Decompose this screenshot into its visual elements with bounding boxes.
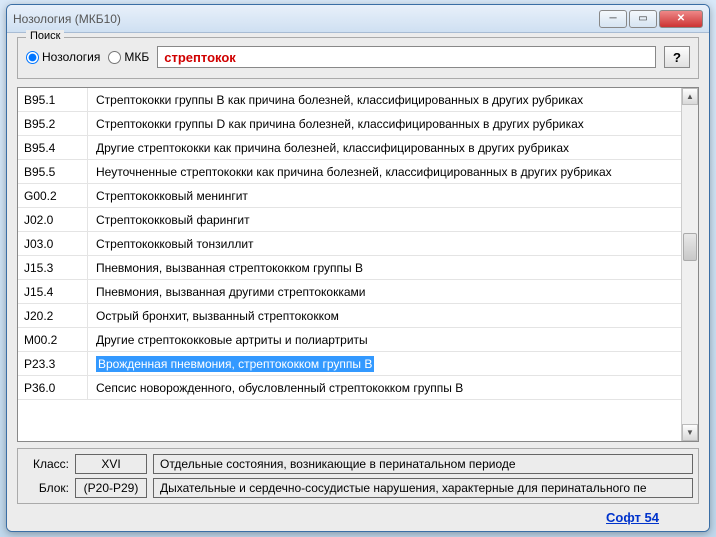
list-item[interactable]: B95.5Неуточненные стрептококки как причи… [18, 160, 681, 184]
close-button[interactable]: ✕ [659, 10, 703, 28]
item-code: P23.3 [18, 352, 88, 375]
list-item[interactable]: M00.2Другие стрептококковые артриты и по… [18, 328, 681, 352]
item-code: G00.2 [18, 184, 88, 207]
class-desc: Отдельные состояния, возникающие в перин… [153, 454, 693, 474]
item-desc: Неуточненные стрептококки как причина бо… [88, 160, 681, 183]
window-controls: ─ ▭ ✕ [597, 10, 703, 28]
item-code: B95.1 [18, 88, 88, 111]
item-desc: Пневмония, вызванная стрептококком групп… [88, 256, 681, 279]
scrollbar[interactable]: ▲ ▼ [681, 88, 698, 441]
radio-nosology[interactable]: Нозология [26, 50, 100, 64]
list-item[interactable]: P23.3Врожденная пневмония, стрептококком… [18, 352, 681, 376]
list-item[interactable]: B95.4Другие стрептококки как причина бол… [18, 136, 681, 160]
results-body: B95.1Стрептококки группы B как причина б… [18, 88, 681, 441]
class-label: Класс: [23, 457, 69, 471]
list-item[interactable]: J15.3Пневмония, вызванная стрептококком … [18, 256, 681, 280]
footer: Софт 54 [17, 504, 699, 525]
list-item[interactable]: B95.2Стрептококки группы D как причина б… [18, 112, 681, 136]
block-row: Блок: (P20-P29) Дыхательные и сердечно-с… [23, 478, 693, 498]
radio-mkb[interactable]: МКБ [108, 50, 149, 64]
block-value: (P20-P29) [75, 478, 147, 498]
scroll-up-button[interactable]: ▲ [682, 88, 698, 105]
item-code: B95.2 [18, 112, 88, 135]
item-code: B95.4 [18, 136, 88, 159]
radio-nosology-label: Нозология [42, 50, 100, 64]
class-row: Класс: XVI Отдельные состояния, возникаю… [23, 454, 693, 474]
item-code: B95.5 [18, 160, 88, 183]
details-panel: Класс: XVI Отдельные состояния, возникаю… [17, 448, 699, 504]
list-item[interactable]: J15.4Пневмония, вызванная другими стрепт… [18, 280, 681, 304]
radio-mkb-label: МКБ [124, 50, 149, 64]
item-code: J20.2 [18, 304, 88, 327]
footer-link[interactable]: Софт 54 [606, 510, 659, 525]
item-code: M00.2 [18, 328, 88, 351]
class-value: XVI [75, 454, 147, 474]
search-input[interactable] [157, 46, 656, 68]
list-item[interactable]: P36.0Сепсис новорожденного, обусловленны… [18, 376, 681, 400]
scroll-track[interactable] [682, 105, 698, 424]
search-group: Поиск Нозология МКБ ? [17, 37, 699, 79]
list-item[interactable]: J20.2Острый бронхит, вызванный стрептоко… [18, 304, 681, 328]
item-desc: Стрептококковый тонзиллит [88, 232, 681, 255]
item-desc: Врожденная пневмония, стрептококком груп… [88, 352, 681, 375]
item-desc: Острый бронхит, вызванный стрептококком [88, 304, 681, 327]
item-desc: Другие стрептококки как причина болезней… [88, 136, 681, 159]
window-title: Нозология (МКБ10) [13, 12, 597, 26]
item-code: J02.0 [18, 208, 88, 231]
item-code: J15.4 [18, 280, 88, 303]
list-item[interactable]: J03.0Стрептококковый тонзиллит [18, 232, 681, 256]
search-group-label: Поиск [26, 30, 64, 42]
maximize-button[interactable]: ▭ [629, 10, 657, 28]
item-desc: Стрептококковый фарингит [88, 208, 681, 231]
radio-nosology-input[interactable] [26, 51, 39, 64]
list-item[interactable]: G00.2Стрептококковый менингит [18, 184, 681, 208]
scroll-down-button[interactable]: ▼ [682, 424, 698, 441]
content-area: Поиск Нозология МКБ ? B95.1Стрептококки … [7, 33, 709, 531]
help-button[interactable]: ? [664, 46, 690, 68]
item-desc: Стрептококки группы D как причина болезн… [88, 112, 681, 135]
list-item[interactable]: J02.0Стрептококковый фарингит [18, 208, 681, 232]
titlebar[interactable]: Нозология (МКБ10) ─ ▭ ✕ [7, 5, 709, 33]
item-desc: Сепсис новорожденного, обусловленный стр… [88, 376, 681, 399]
item-desc: Стрептококковый менингит [88, 184, 681, 207]
item-code: J15.3 [18, 256, 88, 279]
item-desc: Другие стрептококковые артриты и полиарт… [88, 328, 681, 351]
item-desc: Пневмония, вызванная другими стрептококк… [88, 280, 681, 303]
item-code: P36.0 [18, 376, 88, 399]
list-item[interactable]: B95.1Стрептококки группы B как причина б… [18, 88, 681, 112]
radio-mkb-input[interactable] [108, 51, 121, 64]
block-label: Блок: [23, 481, 69, 495]
item-desc: Стрептококки группы B как причина болезн… [88, 88, 681, 111]
main-window: Нозология (МКБ10) ─ ▭ ✕ Поиск Нозология … [6, 4, 710, 532]
minimize-button[interactable]: ─ [599, 10, 627, 28]
block-desc: Дыхательные и сердечно-сосудистые наруше… [153, 478, 693, 498]
scroll-thumb[interactable] [683, 233, 697, 261]
item-code: J03.0 [18, 232, 88, 255]
results-list: B95.1Стрептококки группы B как причина б… [17, 87, 699, 442]
